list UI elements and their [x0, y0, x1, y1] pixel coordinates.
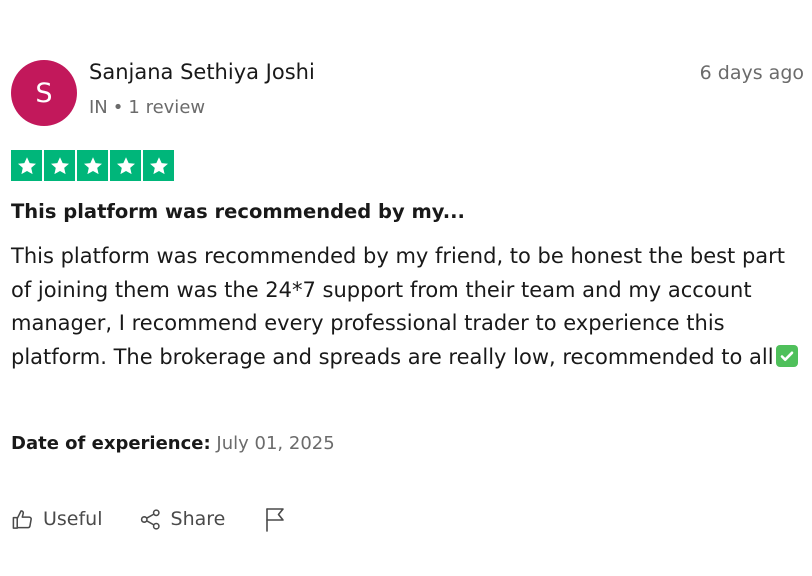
reviewer-review-count: 1 review: [128, 97, 206, 118]
review-title[interactable]: This platform was recommended by my...: [11, 200, 465, 223]
star-icon: [44, 150, 75, 181]
share-label: Share: [170, 508, 226, 530]
star-icon: [11, 150, 42, 181]
star-icon: [110, 150, 141, 181]
experience-label: Date of experience:: [11, 433, 211, 454]
meta-separator: •: [112, 97, 124, 118]
star-rating: [11, 150, 174, 181]
star-icon: [143, 150, 174, 181]
star-icon: [77, 150, 108, 181]
check-mark-emoji-icon: [775, 344, 798, 367]
thumbs-up-icon: [11, 508, 34, 531]
experience-date: July 01, 2025: [216, 433, 335, 454]
report-button[interactable]: [263, 506, 287, 532]
useful-button[interactable]: Useful: [11, 508, 103, 531]
avatar[interactable]: S: [11, 60, 77, 126]
share-icon: [139, 508, 162, 531]
avatar-initial: S: [35, 77, 53, 109]
reviewer-country: IN: [89, 97, 108, 118]
reviewer-meta: IN • 1 review: [89, 97, 205, 118]
reviewer-name[interactable]: Sanjana Sethiya Joshi: [89, 60, 315, 84]
review-timestamp: 6 days ago: [699, 62, 804, 84]
flag-icon: [263, 506, 287, 532]
review-actions: Useful Share: [11, 506, 287, 532]
share-button[interactable]: Share: [139, 508, 226, 531]
date-of-experience: Date of experience: July 01, 2025: [11, 433, 335, 454]
review-text: This platform was recommended by my frie…: [11, 244, 786, 369]
useful-label: Useful: [43, 508, 103, 530]
review-body: This platform was recommended by my frie…: [11, 240, 806, 374]
